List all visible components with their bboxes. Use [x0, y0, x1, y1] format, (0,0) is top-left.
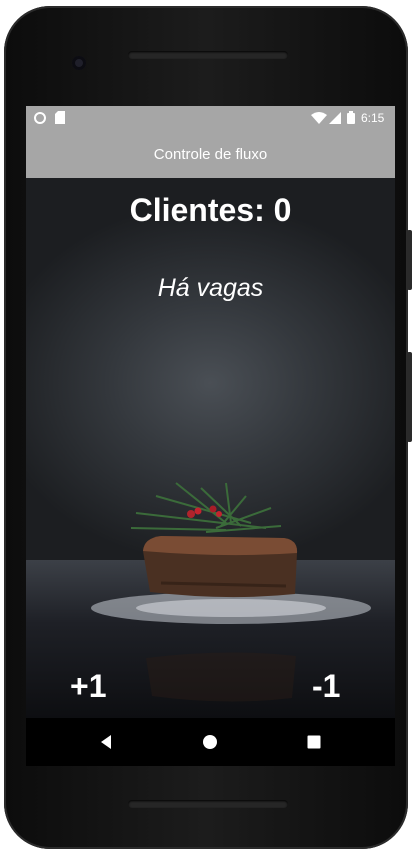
home-button[interactable]: [180, 718, 240, 766]
front-camera: [72, 56, 86, 70]
increment-button[interactable]: +1: [70, 668, 106, 705]
app-title: Controle de fluxo: [153, 145, 268, 163]
vacancy-status: Há vagas: [157, 274, 264, 302]
status-time: 6:15: [361, 111, 385, 125]
phone-frame: 6:15 Controle de fluxo Clientes: 0 Há va…: [4, 6, 408, 849]
back-button[interactable]: [76, 718, 136, 766]
status-bar: 6:15: [26, 106, 395, 130]
screen: 6:15 Controle de fluxo Clientes: 0 Há va…: [26, 106, 395, 766]
app-bar: Controle de fluxo: [26, 130, 395, 178]
recents-icon: [307, 735, 321, 749]
cake-illustration: [91, 482, 371, 702]
battery-icon: [347, 111, 355, 124]
top-speaker: [128, 51, 288, 59]
decrement-button[interactable]: -1: [312, 668, 340, 705]
home-icon: [203, 735, 217, 749]
recents-button[interactable]: [284, 718, 344, 766]
bottom-speaker: [128, 800, 288, 808]
volume-button: [407, 230, 412, 290]
power-button: [407, 352, 412, 442]
wifi-icon: [311, 112, 327, 124]
main-content: Clientes: 0 Há vagas +1 -1: [26, 178, 395, 718]
circle-notification-icon: [34, 112, 46, 124]
back-icon: [101, 735, 111, 749]
signal-icon: [329, 112, 341, 124]
clients-counter: Clientes: 0: [129, 192, 292, 228]
sd-card-icon: [55, 111, 65, 124]
navigation-bar: [26, 718, 395, 766]
